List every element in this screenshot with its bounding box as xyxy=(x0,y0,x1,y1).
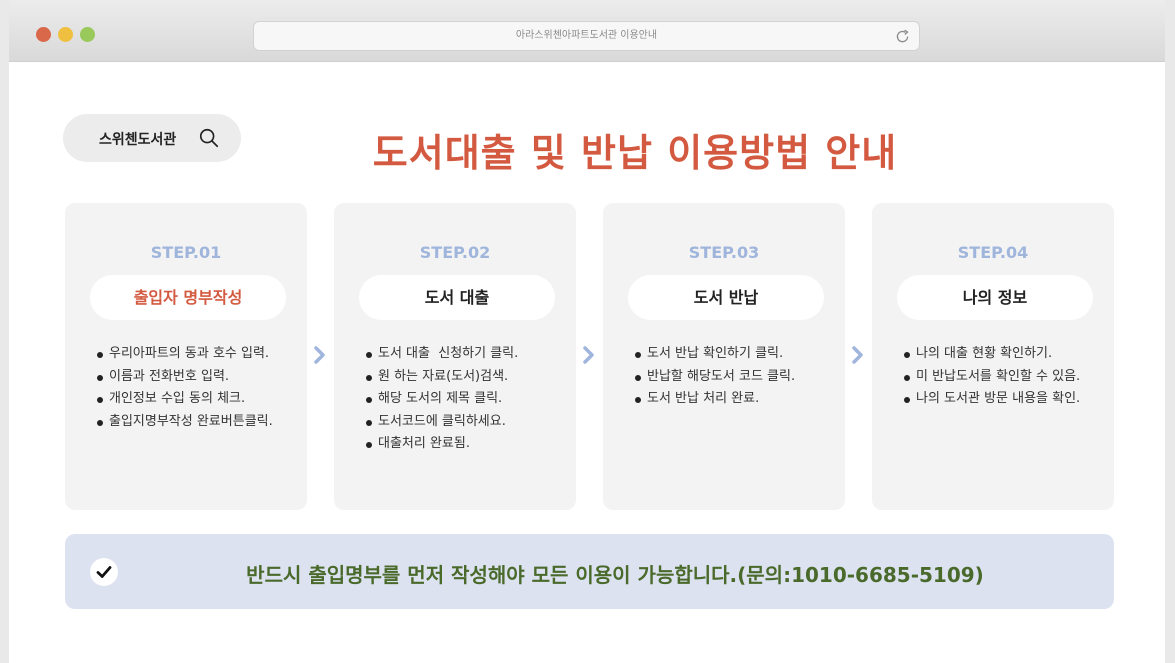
step-items: 우리아파트의 동과 호수 입력. 이름과 전화번호 입력. 개인정보 수입 동의… xyxy=(94,343,304,433)
maximize-window-button[interactable] xyxy=(80,27,95,42)
close-window-button[interactable] xyxy=(36,27,51,42)
list-item: 미 반납도서를 확인할 수 있음. xyxy=(901,366,1111,389)
list-item: 반납할 해당도서 코드 클릭. xyxy=(632,366,842,389)
bullet-icon xyxy=(366,397,372,404)
step-items: 도서 반납 확인하기 클릭. 반납할 해당도서 코드 클릭. 도서 반납 처리 … xyxy=(632,343,842,411)
chevron-right-icon xyxy=(583,346,594,364)
list-item: 이름과 전화번호 입력. xyxy=(94,366,304,389)
bullet-icon xyxy=(904,374,910,381)
bullet-icon xyxy=(366,419,372,426)
address-bar[interactable]: 아라스위첸아파트도서관 이용안내 xyxy=(253,21,920,51)
check-circle-icon xyxy=(90,558,118,586)
bullet-icon xyxy=(97,374,103,381)
step-title: 출입자 명부작성 xyxy=(90,275,286,320)
list-item: 도서 대출 신청하기 클릭. xyxy=(363,343,573,366)
chevron-right-icon xyxy=(314,346,325,364)
bullet-icon xyxy=(635,352,641,358)
bullet-icon xyxy=(366,442,372,449)
reload-icon[interactable] xyxy=(894,28,911,45)
step-card-3: STEP.03 도서 반납 도서 반납 확인하기 클릭. 반납할 해당도서 코드… xyxy=(603,203,845,510)
list-item: 출입지명부작성 완료버튼클릭. xyxy=(94,411,304,434)
chevron-right-icon xyxy=(852,346,863,364)
browser-window: 아라스위첸아파트도서관 이용안내 스위첸도서관 도서대출 및 반납 이용방법 안… xyxy=(9,0,1165,663)
step-title: 도서 반납 xyxy=(628,275,824,320)
list-item: 나의 도서관 방문 내용을 확인. xyxy=(901,388,1111,411)
bullet-icon xyxy=(366,352,372,358)
bullet-icon xyxy=(97,352,103,358)
step-title: 도서 대출 xyxy=(359,275,555,320)
step-card-2: STEP.02 도서 대출 도서 대출 신청하기 클릭. 원 하는 자료(도서)… xyxy=(334,203,576,510)
step-items: 도서 대출 신청하기 클릭. 원 하는 자료(도서)검색. 해당 도서의 제목 … xyxy=(363,343,573,456)
bullet-icon xyxy=(904,397,910,404)
library-search-label: 스위첸도서관 xyxy=(99,132,177,148)
notice-banner: 반드시 출입명부를 먼저 작성해야 모든 이용이 가능합니다.(문의:1010-… xyxy=(65,534,1114,609)
list-item: 나의 대출 현황 확인하기. xyxy=(901,343,1111,366)
step-label: STEP.04 xyxy=(957,243,1029,262)
bullet-icon xyxy=(97,397,103,404)
bullet-icon xyxy=(635,397,641,404)
list-item: 개인정보 수입 동의 체크. xyxy=(94,388,304,411)
list-item: 도서 반납 처리 완료. xyxy=(632,388,842,411)
minimize-window-button[interactable] xyxy=(58,27,73,42)
notice-text: 반드시 출입명부를 먼저 작성해야 모든 이용이 가능합니다.(문의:1010-… xyxy=(246,563,984,587)
list-item: 우리아파트의 동과 호수 입력. xyxy=(94,343,304,366)
step-label: STEP.03 xyxy=(688,243,760,262)
search-icon xyxy=(199,128,219,148)
bullet-icon xyxy=(366,374,372,381)
bullet-icon xyxy=(635,374,641,381)
step-items: 나의 대출 현황 확인하기. 미 반납도서를 확인할 수 있음. 나의 도서관 … xyxy=(901,343,1111,411)
list-item: 도서 반납 확인하기 클릭. xyxy=(632,343,842,366)
list-item: 도서코드에 클릭하세요. xyxy=(363,411,573,434)
bullet-icon xyxy=(97,419,103,426)
list-item: 해당 도서의 제목 클릭. xyxy=(363,388,573,411)
list-item: 원 하는 자료(도서)검색. xyxy=(363,366,573,389)
step-title: 나의 정보 xyxy=(897,275,1093,320)
address-bar-title: 아라스위첸아파트도서관 이용안내 xyxy=(515,30,658,41)
bullet-icon xyxy=(904,352,910,358)
step-label: STEP.01 xyxy=(150,243,222,262)
library-search-button[interactable]: 스위첸도서관 xyxy=(63,114,241,162)
step-card-4: STEP.04 나의 정보 나의 대출 현황 확인하기. 미 반납도서를 확인할… xyxy=(872,203,1114,510)
step-label: STEP.02 xyxy=(419,243,491,262)
page-title: 도서대출 및 반납 이용방법 안내 xyxy=(372,131,898,175)
list-item: 대출처리 완료됨. xyxy=(363,433,573,456)
title-bar: 아라스위첸아파트도서관 이용안내 xyxy=(9,0,1165,62)
step-card-1: STEP.01 출입자 명부작성 우리아파트의 동과 호수 입력. 이름과 전화… xyxy=(65,203,307,510)
